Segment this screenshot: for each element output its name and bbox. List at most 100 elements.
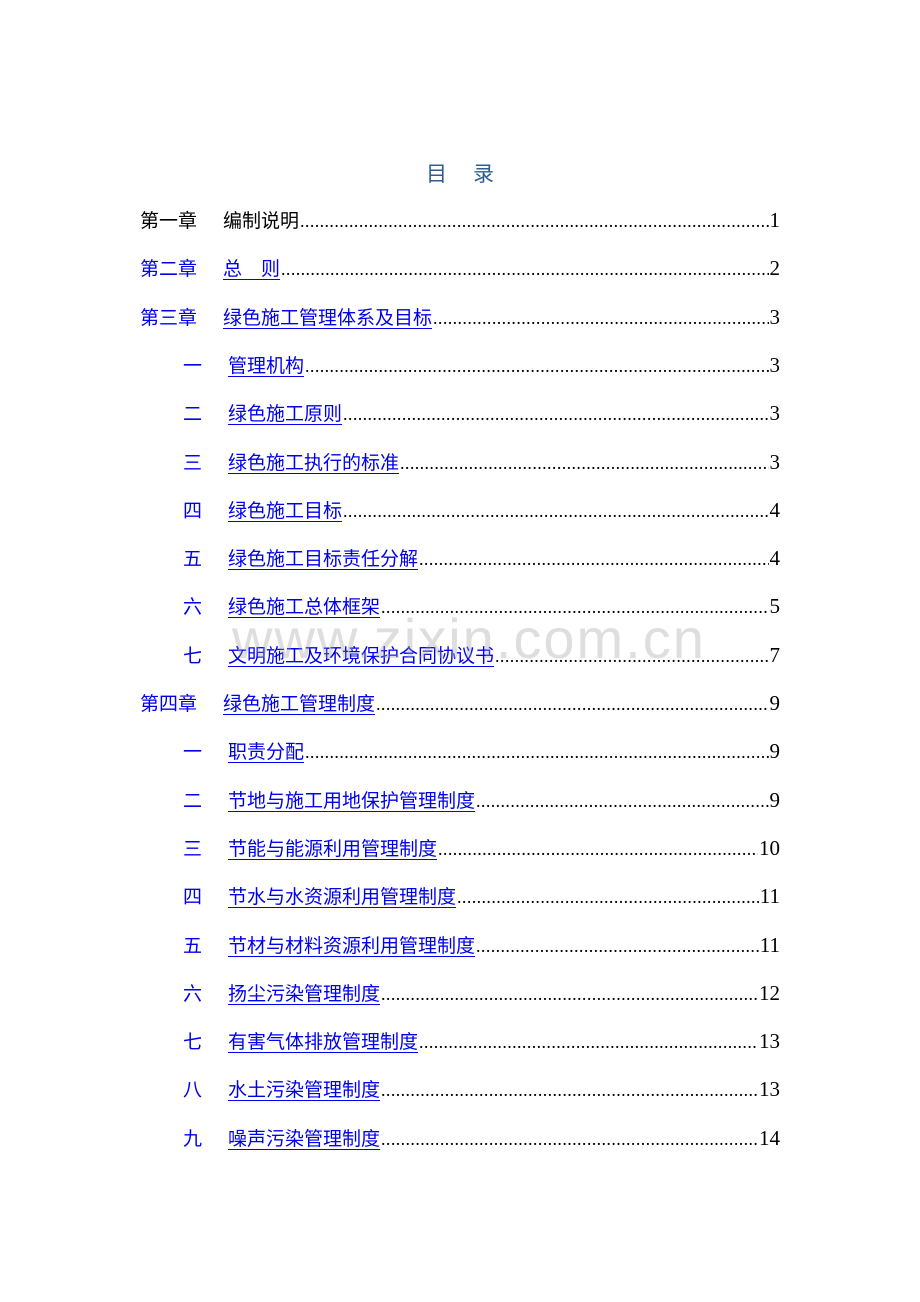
toc-entry-title: 编制说明 [223,210,300,232]
toc-page-number: 11 [759,933,780,957]
toc-entry-title: 管理机构 [228,355,305,377]
toc-entry-link[interactable]: 二 节地与施工用地保护管理制度 [183,786,475,813]
toc-dot-leader [400,453,768,474]
toc-section-entry[interactable]: 二 节地与施工用地保护管理制度 9 [183,786,780,816]
toc-page-number: 11 [759,884,780,908]
toc-dot-leader [476,791,768,812]
toc-section-entry[interactable]: 三 绿色施工执行的标准 3 [183,448,780,478]
toc-heading: 目录 [0,158,920,188]
toc-entry-number: 四 [183,500,203,522]
toc-entry-link[interactable]: 六 绿色施工总体框架 [183,592,380,619]
toc-heading-char: 录 [473,162,494,186]
toc-entry-number: 三 [183,452,203,474]
toc-page-number: 13 [759,1077,780,1101]
toc-entry-title: 总 则 [223,258,281,280]
toc-page-number: 4 [769,546,781,570]
toc-entry-title: 绿色施工原则 [228,403,343,425]
toc-entry-title: 噪声污染管理制度 [228,1128,381,1150]
toc-chapter-entry[interactable]: 第四章 绿色施工管理制度 9 [140,689,780,719]
toc-page-number: 3 [769,401,781,425]
toc-dot-leader [381,1129,758,1150]
toc-page-number: 9 [769,788,781,812]
toc-entry-title: 绿色施工执行的标准 [228,452,400,474]
toc-section-entry[interactable]: 五 节材与材料资源利用管理制度 11 [183,931,780,961]
toc-dot-leader [381,984,758,1005]
toc-entry-link[interactable]: 五 节材与材料资源利用管理制度 [183,931,475,958]
toc-entry-title: 节水与水资源利用管理制度 [228,886,457,908]
toc-section-entry[interactable]: 一 职责分配 9 [183,737,780,767]
toc-entry-link[interactable]: 四 绿色施工目标 [183,496,342,523]
toc-heading-char: 目 [426,162,447,186]
toc-entry-link[interactable]: 一 职责分配 [183,737,304,764]
toc-page-number: 13 [759,1029,780,1053]
toc-chapter-entry[interactable]: 第二章 总 则 2 [140,254,780,284]
toc-entry-title: 节能与能源利用管理制度 [228,838,438,860]
toc-entry-link[interactable]: 二 绿色施工原则 [183,399,342,426]
toc-entry-number: 七 [183,1031,203,1053]
toc-entry-title: 水土污染管理制度 [228,1079,381,1101]
toc-entry-number: 第二章 [140,258,198,280]
toc-section-entry[interactable]: 六 绿色施工总体框架 5 [183,592,780,622]
toc-entry-title: 扬尘污染管理制度 [228,983,381,1005]
toc-section-entry[interactable]: 五 绿色施工目标责任分解 4 [183,544,780,574]
toc-entry-link[interactable]: 七 文明施工及环境保护合同协议书 [183,641,494,668]
toc-entry-number: 第三章 [140,307,198,329]
toc-page-number: 1 [769,208,781,232]
toc-dot-leader [381,597,768,618]
toc-dot-leader [376,694,768,715]
toc-entry-link[interactable]: 四 节水与水资源利用管理制度 [183,882,456,909]
toc-entry-number: 五 [183,548,203,570]
toc-dot-leader [381,1080,758,1101]
toc-dot-leader [495,646,768,667]
toc-page-number: 14 [759,1126,780,1150]
toc-section-entry[interactable]: 九 噪声污染管理制度 14 [183,1124,780,1154]
toc-page: 目录 第一章编制说明1第二章总 则2第三章绿色施工管理体系及目标3一管理机构3二… [0,0,920,1302]
toc-page-number: 7 [769,643,781,667]
toc-entry-title: 节地与施工用地保护管理制度 [228,790,476,812]
toc-entry-title: 绿色施工管理制度 [223,693,376,715]
toc-entry-link[interactable]: 九 噪声污染管理制度 [183,1124,380,1151]
toc-entry-number: 四 [183,886,203,908]
toc-section-entry[interactable]: 七 有害气体排放管理制度 13 [183,1027,780,1057]
toc-dot-leader [457,887,759,908]
toc-entry-link[interactable]: 八 水土污染管理制度 [183,1075,380,1102]
toc-entry-link[interactable]: 第四章 绿色施工管理制度 [140,689,375,716]
toc-chapter-entry[interactable]: 第三章 绿色施工管理体系及目标 3 [140,303,780,333]
toc-page-number: 12 [759,981,780,1005]
toc-dot-leader [343,404,768,425]
toc-page-number: 4 [769,498,781,522]
toc-entry-number: 五 [183,935,203,957]
toc-entry-number: 一 [183,355,203,377]
toc-section-entry[interactable]: 八 水土污染管理制度 13 [183,1075,780,1105]
toc-entry-link[interactable]: 三 节能与能源利用管理制度 [183,834,437,861]
toc-entry-link[interactable]: 第二章 总 则 [140,254,280,281]
toc-section-entry[interactable]: 一 管理机构 3 [183,351,780,381]
toc-entry-title: 节材与材料资源利用管理制度 [228,935,476,957]
toc-section-entry[interactable]: 三 节能与能源利用管理制度 10 [183,834,780,864]
toc-entry-number: 二 [183,403,203,425]
toc-dot-leader [433,308,768,329]
toc-entry-link[interactable]: 七 有害气体排放管理制度 [183,1027,418,1054]
toc-dot-leader [343,501,768,522]
toc-dot-leader [305,356,768,377]
toc-entry-number: 一 [183,741,203,763]
toc-entry-link[interactable]: 第三章 绿色施工管理体系及目标 [140,303,432,330]
toc-entry-title: 有害气体排放管理制度 [228,1031,419,1053]
toc-section-entry[interactable]: 四 节水与水资源利用管理制度 11 [183,882,780,912]
toc-entry-link[interactable]: 三 绿色施工执行的标准 [183,448,399,475]
toc-entry-link[interactable]: 一 管理机构 [183,351,304,378]
toc-section-entry[interactable]: 六 扬尘污染管理制度 12 [183,979,780,1009]
toc-section-entry[interactable]: 二 绿色施工原则 3 [183,399,780,429]
toc-entry-title: 绿色施工总体框架 [228,596,381,618]
toc-entry-link[interactable]: 六 扬尘污染管理制度 [183,979,380,1006]
toc-section-entry[interactable]: 四 绿色施工目标 4 [183,496,780,526]
toc-page-number: 2 [769,256,781,280]
toc-dot-leader [281,259,768,280]
toc-section-entry[interactable]: 七 文明施工及环境保护合同协议书 7 [183,641,780,671]
toc-entry-title: 绿色施工管理体系及目标 [223,307,433,329]
toc-page-number: 5 [769,594,781,618]
toc-entry-link[interactable]: 五 绿色施工目标责任分解 [183,544,418,571]
toc-entry-title: 文明施工及环境保护合同协议书 [228,645,495,667]
toc-dot-leader [305,742,768,763]
toc-entry-number: 第四章 [140,693,198,715]
